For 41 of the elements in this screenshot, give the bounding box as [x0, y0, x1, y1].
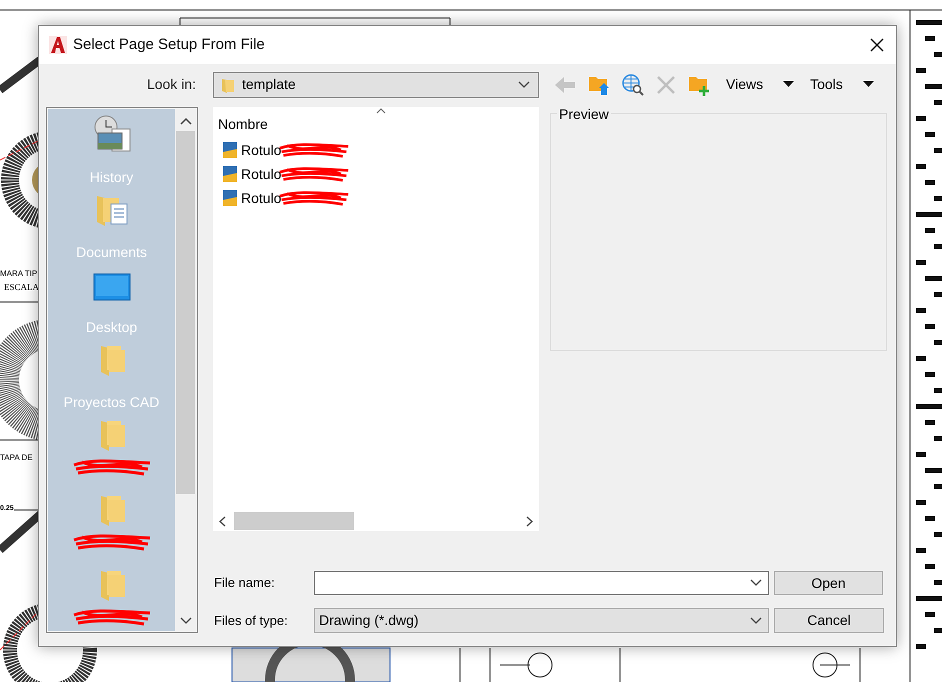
dwg-file-icon: [222, 165, 238, 183]
chevron-right-icon[interactable]: [526, 516, 533, 526]
chevron-down-icon: [750, 579, 762, 587]
place-label: Desktop: [86, 318, 138, 337]
file-name-label: File name:: [213, 574, 276, 592]
menu-dropdown[interactable]: Views: [726, 72, 794, 96]
caret-icon: [783, 81, 794, 88]
clock-and-picture-icon: [92, 115, 132, 153]
window-title: Select Page Setup From File: [73, 34, 265, 55]
monitor-icon: [92, 273, 130, 303]
chevron-down-icon: [180, 617, 192, 625]
file-name[interactable]: Rotulo: [241, 188, 282, 208]
look-in-dropdown[interactable]: template: [213, 72, 539, 98]
file-name-input[interactable]: [314, 571, 769, 595]
folder-icon: [222, 76, 234, 92]
menu-dropdown[interactable]: Tools: [810, 72, 874, 96]
place-label: Documents: [76, 243, 147, 262]
chevron-up-icon[interactable]: [180, 117, 192, 125]
chevron-down-icon: [518, 80, 530, 88]
look-in-value: template: [242, 75, 297, 94]
dwg-file-icon: [222, 189, 238, 207]
sort-chevron-icon: [376, 108, 386, 114]
open-button[interactable]: Open: [774, 571, 883, 595]
file-name[interactable]: Rotulo: [241, 164, 282, 184]
column-header[interactable]: Nombre: [218, 114, 539, 135]
file-type-label: Files of type:: [213, 612, 289, 630]
look-in-label: Look in:: [146, 75, 196, 94]
cancel-button[interactable]: Cancel: [774, 608, 884, 633]
scrollbar-thumb[interactable]: [234, 512, 354, 530]
place-label: History: [90, 168, 134, 187]
scrollbar-thumb[interactable]: [176, 131, 195, 494]
file-type-dropdown[interactable]: Drawing (*.dwg): [314, 608, 769, 633]
globe-search-icon[interactable]: [622, 74, 644, 96]
caret-icon: [862, 81, 874, 88]
dwg-file-icon: [222, 141, 238, 159]
chevron-left-icon[interactable]: [219, 516, 226, 526]
chevron-down-icon: [750, 616, 762, 624]
place-label: Proyectos CAD: [64, 393, 160, 412]
file-name[interactable]: Rotulo: [241, 140, 282, 160]
app-logo-icon: [49, 36, 67, 54]
close-icon[interactable]: [870, 38, 884, 52]
